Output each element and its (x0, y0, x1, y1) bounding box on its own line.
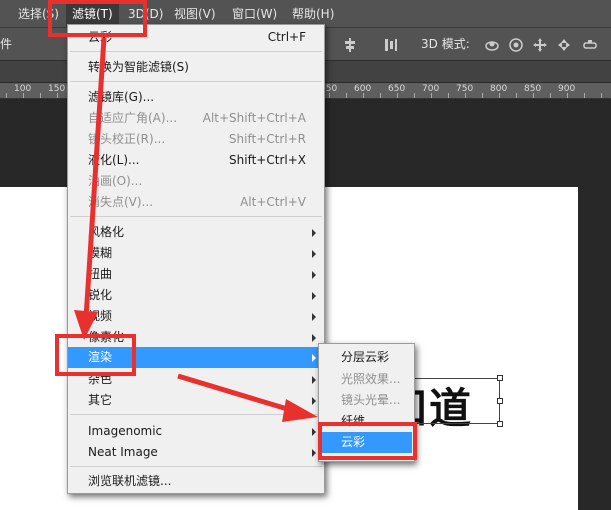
submenu-arrow-icon (312, 449, 316, 457)
vanishing-point-item: 消失点(V)... Alt+Ctrl+V (88, 195, 306, 209)
ruler-tick (40, 93, 41, 98)
other-submenu-item[interactable]: 其它 (68, 390, 324, 411)
ruler-tick (584, 93, 585, 98)
liquify-item[interactable]: 液化(L)... Shift+Ctrl+X (68, 150, 324, 171)
ruler-tick (499, 93, 500, 98)
submenu-arrow-icon (312, 292, 316, 300)
ruler-tick (465, 93, 466, 98)
menu-separator (70, 81, 322, 82)
ruler-tick (448, 93, 449, 98)
ruler-tick (516, 93, 517, 98)
convert-smart-filter-item[interactable]: 转换为智能滤镜(S) (68, 57, 324, 78)
ruler-tick (329, 93, 330, 98)
submenu-arrow-icon (312, 376, 316, 384)
filter-gallery-item[interactable]: 滤镜库(G)... (68, 87, 324, 108)
ruler-tick (550, 93, 551, 98)
oil-paint-item: 油画(O)... (88, 174, 143, 188)
ruler-tick (414, 93, 415, 98)
submenu-arrow-icon (312, 428, 316, 436)
ruler-tick (380, 93, 381, 98)
submenu-arrow-icon (312, 397, 316, 405)
menu-separator (70, 466, 322, 467)
submenu-arrow-icon (312, 250, 316, 258)
adaptive-wide-angle-item: 自适应广角(A)... Alt+Shift+Ctrl+A (88, 111, 306, 125)
ruler-tick (346, 93, 347, 98)
imagenomic-submenu-item[interactable]: Imagenomic (68, 421, 324, 442)
ruler-tick (57, 93, 58, 98)
annotation-box-filter-menu (48, 0, 147, 37)
lens-correction-item: 镜头校正(R)... Shift+Ctrl+R (88, 132, 306, 146)
ruler-tick (533, 93, 534, 98)
transform-handle[interactable] (497, 421, 503, 427)
ruler-tick (482, 93, 483, 98)
lens-flare-item: 镜头光晕... (341, 393, 401, 407)
difference-clouds-item[interactable]: 分层云彩 (321, 347, 412, 368)
3d-pan-icon[interactable] (532, 37, 548, 53)
ruler-tick (6, 93, 7, 98)
3d-mode-label: 3D 模式: (421, 37, 470, 51)
sharpen-submenu-item[interactable]: 锐化 (68, 285, 324, 306)
3d-orbit-icon[interactable] (484, 37, 500, 53)
menu-separator (70, 51, 322, 52)
annotation-box-render (55, 334, 136, 376)
distribute-icon[interactable] (383, 37, 399, 53)
ruler-tick (397, 93, 398, 98)
transform-handle[interactable] (497, 398, 503, 404)
submenu-arrow-icon (312, 229, 316, 237)
video-submenu-item[interactable]: 视频 (68, 306, 324, 327)
ruler-tick (567, 93, 568, 98)
ruler-tick (601, 93, 602, 98)
browse-filters-online-item[interactable]: 浏览联机滤镜... (68, 471, 324, 492)
stylize-submenu-item[interactable]: 风格化 (68, 222, 324, 243)
transform-handle[interactable] (497, 375, 503, 381)
3d-roll-icon[interactable] (508, 37, 524, 53)
lighting-effects-item: 光照效果... (341, 372, 401, 386)
controls-label: 控件 (0, 37, 13, 51)
submenu-arrow-icon (312, 313, 316, 321)
3d-slide-icon[interactable] (556, 37, 572, 53)
ruler-tick (23, 93, 24, 98)
annotation-box-clouds (318, 422, 417, 460)
ruler-tick (431, 93, 432, 98)
3d-scale-icon[interactable] (582, 37, 598, 53)
submenu-arrow-icon (312, 334, 316, 342)
align-center-icon[interactable] (342, 37, 358, 53)
submenu-arrow-icon (312, 271, 316, 279)
menu-separator (70, 216, 322, 217)
submenu-arrow-icon (312, 354, 316, 362)
distort-submenu-item[interactable]: 扭曲 (68, 264, 324, 285)
neat-image-submenu-item[interactable]: Neat Image (68, 442, 324, 463)
ruler-tick (363, 93, 364, 98)
blur-submenu-item[interactable]: 模糊 (68, 243, 324, 264)
menu-separator (70, 414, 322, 415)
filter-menu: 云彩 Ctrl+F 转换为智能滤镜(S) 滤镜库(G)... 自适应广角(A).… (67, 24, 325, 494)
